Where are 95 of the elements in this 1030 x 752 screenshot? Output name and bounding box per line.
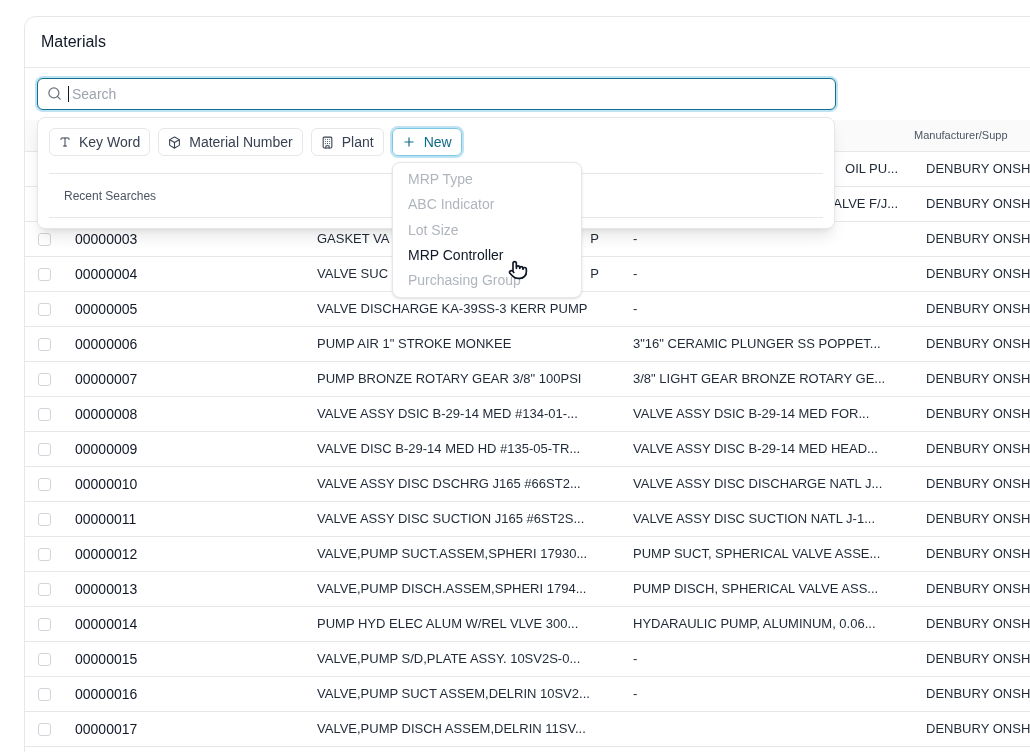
table-cell-text: VALVE ASSY DISC DSCHRG J165 #66ST2...	[317, 475, 581, 494]
table-cell: DENBURY ONSH	[926, 371, 1030, 387]
table-cell: 00000010	[75, 475, 138, 492]
table-cell: DENBURY ONSH	[926, 721, 1030, 737]
table-cell: DENBURY ONSH	[926, 161, 1030, 177]
table-cell-text: VALVE ASSY DSIC B-29-14 MED #134-01-...	[317, 405, 578, 424]
cube-icon	[168, 135, 182, 149]
text-icon	[59, 136, 71, 148]
table-cell: 00000005	[75, 300, 138, 317]
table-cell: DENBURY ONSH	[926, 336, 1030, 352]
table-cell-text: PUMP DISCH, SPHERICAL VALVE ASS...	[633, 580, 879, 599]
table-cell: DENBURY ONSH	[926, 581, 1030, 597]
table-cell-text: GASKET VA	[317, 230, 390, 249]
table-cell-text: VALVE DISCHARGE KA-39SS-3 KERR PUMP	[317, 300, 588, 319]
table-cell-text: P	[590, 230, 599, 249]
table-cell: 00000007	[75, 370, 138, 387]
row-checkbox[interactable]	[37, 302, 51, 316]
row-checkbox[interactable]	[37, 617, 51, 631]
table-cell: DENBURY ONSH	[926, 301, 1030, 317]
column-header: Manufacturer/Supp	[914, 128, 1008, 144]
table-cell-text: -	[633, 265, 638, 284]
row-checkbox[interactable]	[37, 722, 51, 736]
search-field[interactable]: Search	[37, 78, 836, 110]
table-cell-text: VALVE ASSY DISC SUCTION J165 #6ST2S...	[317, 510, 585, 529]
table-cell-text: OIL PU...	[845, 160, 898, 179]
table-cell-text: P	[590, 265, 599, 284]
row-checkbox[interactable]	[37, 232, 51, 246]
filter-chip[interactable]: New	[391, 128, 462, 156]
table-cell-text: VALVE SUC	[317, 265, 389, 284]
table-cell-text: VALVE,PUMP DISCH.ASSEM,SPHERI 1794...	[317, 580, 587, 599]
row-checkbox[interactable]	[37, 267, 51, 281]
row-checkbox[interactable]	[37, 512, 51, 526]
table-cell: DENBURY ONSH	[926, 616, 1030, 632]
table-cell: 00000016	[75, 685, 138, 702]
table-cell: DENBURY ONSH	[926, 546, 1030, 562]
table-cell: DENBURY ONSH	[926, 231, 1030, 247]
table-cell-text: PUMP SUCT, SPHERICAL VALVE ASSE...	[633, 545, 881, 564]
table-cell: 00000003	[75, 230, 138, 247]
table-cell-text: HYDARAULIC PUMP, ALUMINUM, 0.06...	[633, 615, 876, 634]
table-cell: 00000011	[75, 510, 137, 527]
table-cell: DENBURY ONSH	[926, 196, 1030, 212]
row-checkbox[interactable]	[37, 407, 51, 421]
search-icon	[47, 86, 62, 101]
table-cell: DENBURY ONSH	[926, 476, 1030, 492]
table-cell-text: -	[633, 300, 638, 319]
table-cell-text: PUMP HYD ELEC ALUM W/REL VLVE 300...	[317, 615, 579, 634]
table-cell-text: VALVE ASSY DISC SUCTION NATL J-1...	[633, 510, 875, 529]
row-checkbox[interactable]	[37, 687, 51, 701]
table-cell-text: VALVE,PUMP SUCT ASSEM,DELRIN 10SV2...	[317, 685, 590, 704]
table-cell: DENBURY ONSH	[926, 651, 1030, 667]
table-cell-text: VALVE DISC B-29-14 MED HD #135-05-TR...	[317, 440, 581, 459]
text-cursor	[68, 86, 69, 102]
filter-chip[interactable]: Plant	[310, 128, 384, 156]
building-icon	[320, 135, 334, 149]
table-cell-text: -	[633, 650, 638, 669]
table-cell-text: VALVE,PUMP S/D,PLATE ASSY. 10SV2S-0...	[317, 650, 581, 669]
table-cell-text: VALVE ASSY DISC B-29-14 MED HEAD...	[633, 440, 878, 459]
table-cell: 00000009	[75, 440, 138, 457]
table-cell: DENBURY ONSH	[926, 441, 1030, 457]
table-cell: 00000013	[75, 580, 138, 597]
row-checkbox[interactable]	[37, 337, 51, 351]
filter-chip[interactable]: Material Number	[158, 128, 303, 156]
menu-item[interactable]: MRP Controller	[408, 242, 566, 268]
table-cell-text: VALVE,PUMP SUCT.ASSEM,SPHERI 17930...	[317, 545, 588, 564]
table-cell: 00000008	[75, 405, 138, 422]
row-checkbox[interactable]	[37, 652, 51, 666]
table-cell: DENBURY ONSH	[926, 511, 1030, 527]
table-cell: 00000017	[75, 720, 138, 737]
filter-chip[interactable]: Key Word	[49, 128, 151, 156]
recent-searches-label: Recent Searches	[64, 187, 157, 205]
table-cell-text: PUMP AIR 1" STROKE MONKEE	[317, 335, 512, 354]
row-checkbox[interactable]	[37, 547, 51, 561]
panel-title: Materials	[41, 32, 106, 52]
row-checkbox[interactable]	[37, 442, 51, 456]
table-cell-text: ALVE F/J...	[833, 195, 898, 214]
table-cell: 00000012	[75, 545, 138, 562]
table-cell: 00000014	[75, 615, 138, 632]
row-checkbox[interactable]	[37, 372, 51, 386]
row-checkbox[interactable]	[37, 582, 51, 596]
row-checkbox[interactable]	[37, 477, 51, 491]
table-cell-text: VALVE ASSY DISC DISCHARGE NATL J...	[633, 475, 883, 494]
table-cell-text: -	[633, 685, 638, 704]
table-cell-text: 3"16" CERAMIC PLUNGER SS POPPET...	[633, 335, 881, 354]
table-cell-text: PUMP BRONZE ROTARY GEAR 3/8" 100PSI	[317, 370, 582, 389]
table-cell: DENBURY ONSH	[926, 266, 1030, 282]
table-cell: 00000015	[75, 650, 138, 667]
plus-icon	[401, 135, 416, 149]
table-cell: 00000004	[75, 265, 138, 282]
table-cell-text: 3/8" LIGHT GEAR BRONZE ROTARY GE...	[633, 370, 886, 389]
table-cell-text: VALVE,PUMP DISCH ASSEM,DELRIN 11SV...	[317, 720, 586, 739]
table-cell: 00000006	[75, 335, 138, 352]
table-cell-text: -	[633, 230, 638, 249]
table-cell: DENBURY ONSH	[926, 686, 1030, 702]
table-cell-text: VALVE ASSY DSIC B-29-14 MED FOR...	[633, 405, 870, 424]
table-cell: DENBURY ONSH	[926, 406, 1030, 422]
